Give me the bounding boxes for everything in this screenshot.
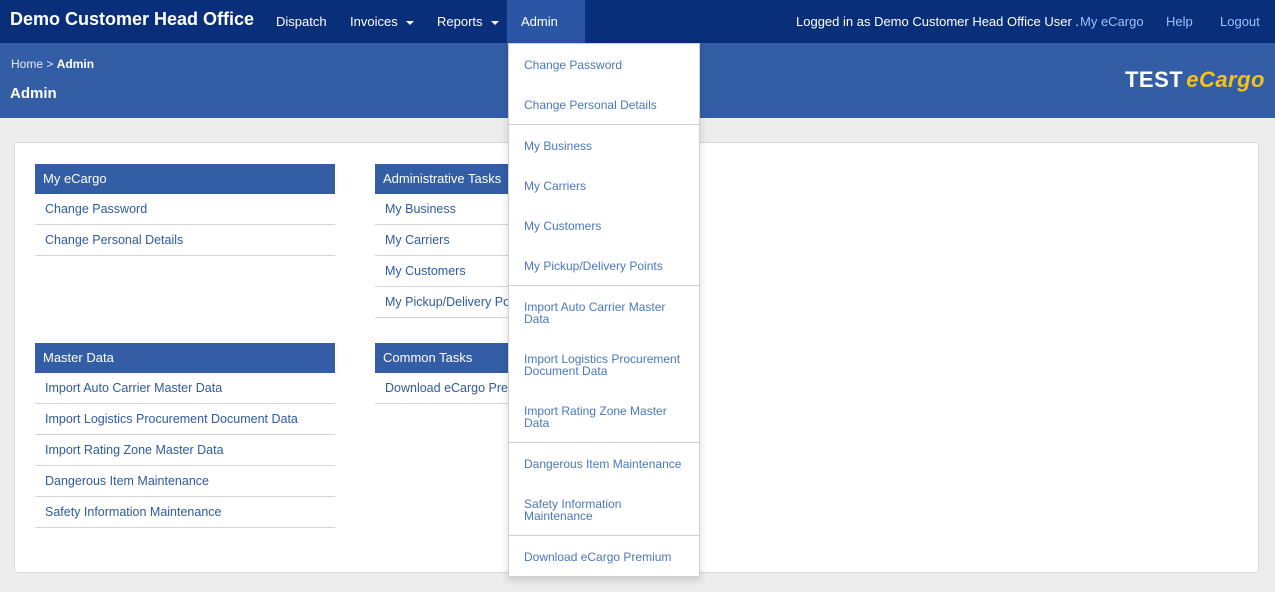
dropdown-item-label: Dangerous Item Maintenance (524, 457, 682, 471)
logged-in-text: Logged in as Demo Customer Head Office U… (796, 14, 1080, 29)
panel-master-data: Master Data Import Auto Carrier Master D… (35, 343, 335, 528)
logo-test-text: TEST (1124, 67, 1184, 92)
dropdown-my-customers[interactable]: My Customers (524, 220, 694, 232)
dropdown-my-pickup-delivery-points[interactable]: My Pickup/Delivery Points (524, 260, 694, 272)
chevron-down-icon (490, 20, 499, 25)
logo-ecargo-text: eCargo (1186, 67, 1265, 92)
dropdown-my-carriers[interactable]: My Carriers (524, 180, 694, 192)
dropdown-item-label: Import Auto Carrier Master (524, 300, 666, 314)
nav-admin-label: Admin (521, 14, 558, 29)
link-dangerous-item-maintenance[interactable]: Dangerous Item Maintenance (35, 466, 335, 497)
dropdown-import-auto-carrier[interactable]: Import Auto Carrier Master Data (524, 301, 694, 325)
dropdown-change-password[interactable]: Change Password (524, 59, 694, 71)
dropdown-divider (509, 535, 699, 536)
link-import-logistics-procurement[interactable]: Import Logistics Procurement Document Da… (35, 404, 335, 435)
dropdown-divider (509, 442, 699, 443)
link-change-password[interactable]: Change Password (35, 194, 335, 225)
chevron-down-icon (405, 20, 414, 25)
breadcrumb: Home > Admin (11, 57, 94, 71)
help-link[interactable]: Help (1166, 0, 1193, 43)
logout-link[interactable]: Logout (1220, 0, 1260, 43)
dropdown-item-label-cont: Maintenance (524, 509, 593, 523)
dropdown-item-label: My Carriers (524, 179, 586, 193)
dropdown-import-rating-zone[interactable]: Import Rating Zone Master Data (524, 405, 694, 429)
panel-my-ecargo-title: My eCargo (35, 164, 335, 194)
link-safety-information-maintenance[interactable]: Safety Information Maintenance (35, 497, 335, 528)
link-import-rating-zone[interactable]: Import Rating Zone Master Data (35, 435, 335, 466)
brand-title[interactable]: Demo Customer Head Office (10, 9, 254, 30)
nav-dispatch[interactable]: Dispatch (262, 0, 341, 43)
dropdown-item-label: My Customers (524, 219, 602, 233)
dropdown-dangerous-item-maintenance[interactable]: Dangerous Item Maintenance (524, 458, 694, 470)
admin-dropdown-menu: Change Password Change Personal Details … (508, 43, 700, 577)
dropdown-divider (509, 124, 699, 125)
dropdown-item-label: My Business (524, 139, 593, 153)
dropdown-item-label: Change Personal Details (524, 98, 657, 112)
dropdown-item-label: Download eCargo Premium (524, 550, 672, 564)
my-ecargo-link[interactable]: My eCargo (1080, 0, 1144, 43)
dropdown-import-logistics-procurement[interactable]: Import Logistics Procurement Document Da… (524, 353, 694, 377)
panel-master-data-title: Master Data (35, 343, 335, 373)
dropdown-my-business[interactable]: My Business (524, 140, 694, 152)
link-change-personal-details[interactable]: Change Personal Details (35, 225, 335, 256)
link-import-auto-carrier[interactable]: Import Auto Carrier Master Data (35, 373, 335, 404)
nav-invoices-label: Invoices (350, 14, 398, 29)
breadcrumb-current: Admin (56, 57, 95, 71)
dropdown-item-label: My Pickup/Delivery Points (524, 259, 663, 273)
breadcrumb-home[interactable]: Home (11, 57, 43, 71)
dropdown-item-label-cont: Data (524, 312, 550, 326)
nav-admin[interactable]: Admin (507, 0, 585, 68)
ecargo-logo: TEST eCargo (1125, 67, 1265, 93)
dropdown-divider (509, 285, 699, 286)
top-navbar: Demo Customer Head Office Dispatch Invoi… (0, 0, 1275, 68)
nav-invoices[interactable]: Invoices (336, 0, 428, 43)
page-title: Admin (10, 85, 57, 102)
breadcrumb-separator: > (43, 57, 57, 71)
dropdown-item-label: Import Rating Zone Master (524, 404, 667, 418)
nav-dispatch-label: Dispatch (276, 14, 327, 29)
nav-reports[interactable]: Reports (423, 0, 513, 43)
dropdown-safety-information-maintenance[interactable]: Safety Information Maintenance (524, 498, 694, 522)
dropdown-item-label-cont: Document Data (524, 364, 608, 378)
dropdown-download-ecargo-premium[interactable]: Download eCargo Premium (524, 551, 694, 563)
dropdown-item-label: Change Password (524, 58, 623, 72)
panel-my-ecargo: My eCargo Change Password Change Persona… (35, 164, 335, 256)
dropdown-item-label-cont: Data (524, 416, 550, 430)
nav-reports-label: Reports (437, 14, 483, 29)
dropdown-change-personal-details[interactable]: Change Personal Details (524, 99, 694, 111)
